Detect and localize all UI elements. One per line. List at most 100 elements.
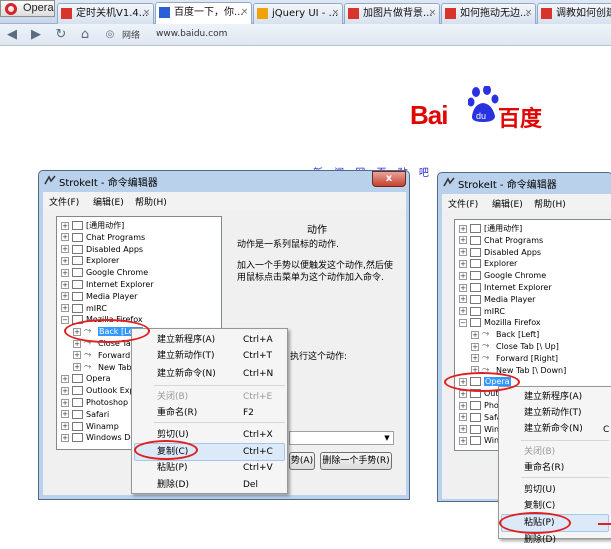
- back-icon[interactable]: ◀: [4, 27, 20, 43]
- opera-menu-button[interactable]: Opera: [0, 0, 55, 17]
- expand-icon[interactable]: +: [61, 374, 69, 383]
- tab-close-icon[interactable]: ×: [240, 8, 249, 17]
- context-menu-item[interactable]: 重命名(R) F2: [132, 404, 289, 422]
- expand-icon[interactable]: +: [61, 386, 69, 395]
- context-menu-item[interactable]: 粘贴(P) Ctrl+V: [132, 459, 289, 477]
- expand-icon[interactable]: +: [471, 342, 479, 351]
- expand-icon[interactable]: +: [471, 354, 479, 363]
- context-menu-item[interactable]: 删除(D) Del: [132, 476, 289, 494]
- tree-item[interactable]: + ⤳ Back [Left]: [471, 329, 539, 341]
- browser-tab[interactable]: 调教如何创建: [537, 3, 611, 24]
- reload-icon[interactable]: ↻: [53, 27, 69, 43]
- expand-icon[interactable]: +: [61, 280, 69, 289]
- tree-item[interactable]: + Google Chrome: [459, 270, 546, 282]
- tab-close-icon[interactable]: ×: [524, 9, 533, 18]
- expand-icon[interactable]: +: [61, 304, 69, 313]
- expand-icon[interactable]: +: [61, 422, 69, 431]
- tree-item[interactable]: + Chat Programs: [61, 232, 145, 244]
- expand-icon[interactable]: +: [61, 398, 69, 407]
- tree-item[interactable]: + Internet Explorer: [459, 282, 552, 294]
- tab-close-icon[interactable]: ×: [142, 9, 151, 18]
- expand-icon[interactable]: +: [459, 295, 467, 304]
- expand-icon[interactable]: +: [61, 292, 69, 301]
- add-gesture-button[interactable]: 势(A): [289, 452, 315, 470]
- menu-edit-right[interactable]: 编辑(E): [492, 197, 523, 210]
- tree-item[interactable]: + Windows Des: [61, 432, 140, 444]
- tab-close-icon[interactable]: ×: [331, 9, 340, 18]
- expand-icon[interactable]: +: [73, 363, 81, 372]
- tree-item[interactable]: + Explorer: [61, 255, 119, 267]
- tree-item[interactable]: + Winamp: [61, 421, 119, 433]
- collapse-icon[interactable]: −: [61, 315, 69, 324]
- menu-file[interactable]: 文件(F): [49, 195, 79, 208]
- tree-item[interactable]: + ⤳ Close Tab [\ Up]: [471, 341, 559, 353]
- expand-icon[interactable]: +: [61, 433, 69, 442]
- expand-icon[interactable]: +: [459, 224, 467, 233]
- expand-icon[interactable]: +: [459, 236, 467, 245]
- tree-item[interactable]: + Media Player: [459, 294, 535, 306]
- remove-gesture-button[interactable]: 删除一个手势(R): [320, 452, 392, 470]
- tree-item[interactable]: + Chat Programs: [459, 235, 543, 247]
- tree-item[interactable]: + Disabled Apps: [61, 244, 143, 256]
- expand-icon[interactable]: +: [61, 268, 69, 277]
- expand-icon[interactable]: +: [459, 283, 467, 292]
- tree-item[interactable]: + [通用动作]: [459, 223, 522, 235]
- browser-tab[interactable]: 百度一下，你... ×: [155, 2, 252, 25]
- expand-icon[interactable]: +: [459, 401, 467, 410]
- tree-item[interactable]: + mIRC: [459, 306, 505, 318]
- tree-item[interactable]: + Google Chrome: [61, 267, 148, 279]
- expand-icon[interactable]: +: [459, 425, 467, 434]
- tree-item[interactable]: + Safari: [61, 409, 109, 421]
- menu-help-right[interactable]: 帮助(H): [534, 197, 566, 210]
- forward-icon[interactable]: ▶: [28, 27, 44, 43]
- menu-help[interactable]: 帮助(H): [135, 195, 167, 208]
- tree-item[interactable]: + mIRC: [61, 303, 107, 315]
- tree-item[interactable]: + Internet Explorer: [61, 279, 154, 291]
- expand-icon[interactable]: +: [61, 256, 69, 265]
- context-menu-item[interactable]: 建立新动作(T) Ctrl+T: [132, 347, 289, 365]
- expand-icon[interactable]: +: [459, 436, 467, 445]
- tree-item[interactable]: + Phot: [459, 400, 502, 412]
- browser-tab[interactable]: jQuery UI - ... ×: [253, 3, 343, 24]
- expand-icon[interactable]: +: [459, 259, 467, 268]
- tree-item[interactable]: + Photoshop: [61, 397, 128, 409]
- expand-icon[interactable]: +: [73, 339, 81, 348]
- menu-edit[interactable]: 编辑(E): [93, 195, 124, 208]
- tree-item[interactable]: + Media Player: [61, 291, 137, 303]
- context-menu-item[interactable]: 建立新命令(N) Ctrl+N: [132, 365, 289, 383]
- browser-tab[interactable]: 加图片做背景... ×: [344, 3, 440, 24]
- address-field[interactable]: www.baidu.com: [152, 27, 611, 43]
- context-menu-item[interactable]: 复制(C): [499, 497, 611, 515]
- browser-tab[interactable]: 如何拖动无边... ×: [441, 3, 536, 24]
- menu-file-right[interactable]: 文件(F): [448, 197, 478, 210]
- tree-item[interactable]: + Disabled Apps: [459, 247, 541, 259]
- expand-icon[interactable]: +: [61, 233, 69, 242]
- tree-item[interactable]: + ⤳ New Tab: [73, 362, 132, 374]
- close-window-button[interactable]: x: [372, 171, 406, 187]
- collapse-icon[interactable]: −: [459, 318, 467, 327]
- expand-icon[interactable]: +: [459, 248, 467, 257]
- expand-icon[interactable]: +: [459, 307, 467, 316]
- expand-icon[interactable]: +: [61, 245, 69, 254]
- program-icon: [72, 409, 83, 419]
- context-menu-item[interactable]: 建立新命令(N): [499, 420, 611, 438]
- tree-item[interactable]: + ⤳ Forward [Right]: [471, 353, 558, 365]
- home-icon[interactable]: ⌂: [77, 27, 93, 43]
- expand-icon[interactable]: +: [61, 410, 69, 419]
- action-select[interactable]: ▼: [289, 431, 394, 445]
- tree-item[interactable]: + Safa: [459, 412, 502, 424]
- tree-item[interactable]: + Explorer: [459, 258, 517, 270]
- expand-icon[interactable]: +: [73, 351, 81, 360]
- context-menu-item[interactable]: 删除(D): [499, 531, 611, 549]
- tree-item[interactable]: + Opera: [61, 373, 111, 385]
- expand-icon[interactable]: +: [459, 271, 467, 280]
- browser-tab[interactable]: 定时关机V1.4... ×: [57, 3, 154, 24]
- expand-icon[interactable]: +: [459, 413, 467, 422]
- tree-item[interactable]: + ⤳ Forward [: [73, 350, 136, 362]
- tree-item[interactable]: + [通用动作]: [61, 220, 124, 232]
- tree-item[interactable]: − Mozilla Firefox: [459, 317, 541, 329]
- tab-close-icon[interactable]: ×: [428, 9, 437, 18]
- expand-icon[interactable]: +: [61, 221, 69, 230]
- context-menu-item[interactable]: 重命名(R): [499, 459, 611, 477]
- expand-icon[interactable]: +: [471, 330, 479, 339]
